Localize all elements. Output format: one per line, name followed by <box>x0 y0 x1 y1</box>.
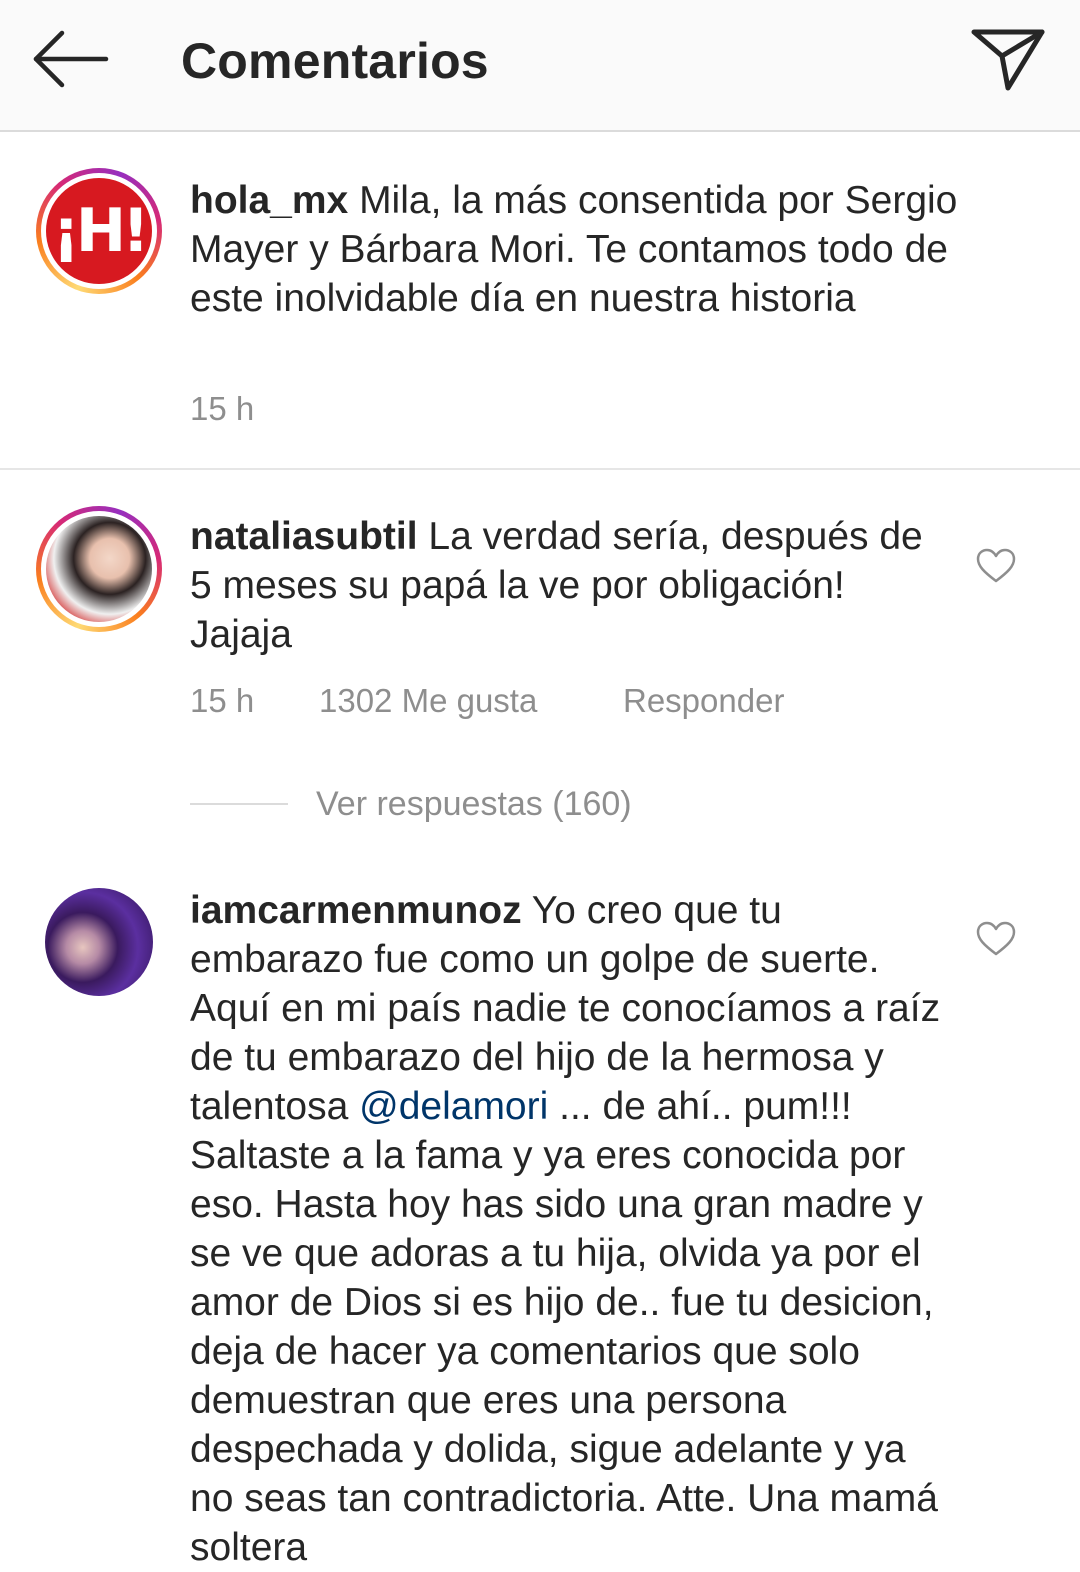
post-caption: ¡H! hola_mx Mila, la más consentida por … <box>0 134 1080 470</box>
caption-text: hola_mx Mila, la más consentida por Serg… <box>190 176 980 323</box>
hola-logo: ¡H! <box>46 178 152 284</box>
username[interactable]: hola_mx <box>190 179 348 222</box>
comment-text: iamcarmenmunoz Yo creo que tu embarazo f… <box>190 886 950 1572</box>
avatar[interactable]: ¡H! <box>36 168 162 294</box>
view-replies-label: Ver respuestas (160) <box>316 784 632 823</box>
username[interactable]: iamcarmenmunoz <box>190 889 522 932</box>
mention-link[interactable]: @delamori <box>359 1085 548 1128</box>
view-replies[interactable]: Ver respuestas (160) <box>190 782 632 826</box>
replies-divider <box>190 803 288 805</box>
page-title: Comentarios <box>181 33 489 89</box>
paper-plane-icon[interactable] <box>968 24 1048 94</box>
arrow-left-icon[interactable] <box>30 28 110 90</box>
avatar-photo <box>46 516 152 622</box>
comment-body-continued: ... de ahí.. pum!!! Saltaste a la fama y… <box>190 1085 938 1569</box>
reply-button[interactable]: Responder <box>623 682 784 720</box>
avatar[interactable] <box>36 506 162 632</box>
heart-icon[interactable] <box>976 921 1016 957</box>
top-bar: Comentarios <box>0 0 1080 132</box>
likes-count[interactable]: 1302 Me gusta <box>319 682 537 720</box>
avatar[interactable] <box>45 888 153 996</box>
comment-text: nataliasubtil La verdad sería, después d… <box>190 512 950 659</box>
timestamp: 15 h <box>190 390 255 427</box>
heart-icon[interactable] <box>976 548 1016 584</box>
timestamp: 15 h <box>190 682 255 719</box>
username[interactable]: nataliasubtil <box>190 515 418 558</box>
